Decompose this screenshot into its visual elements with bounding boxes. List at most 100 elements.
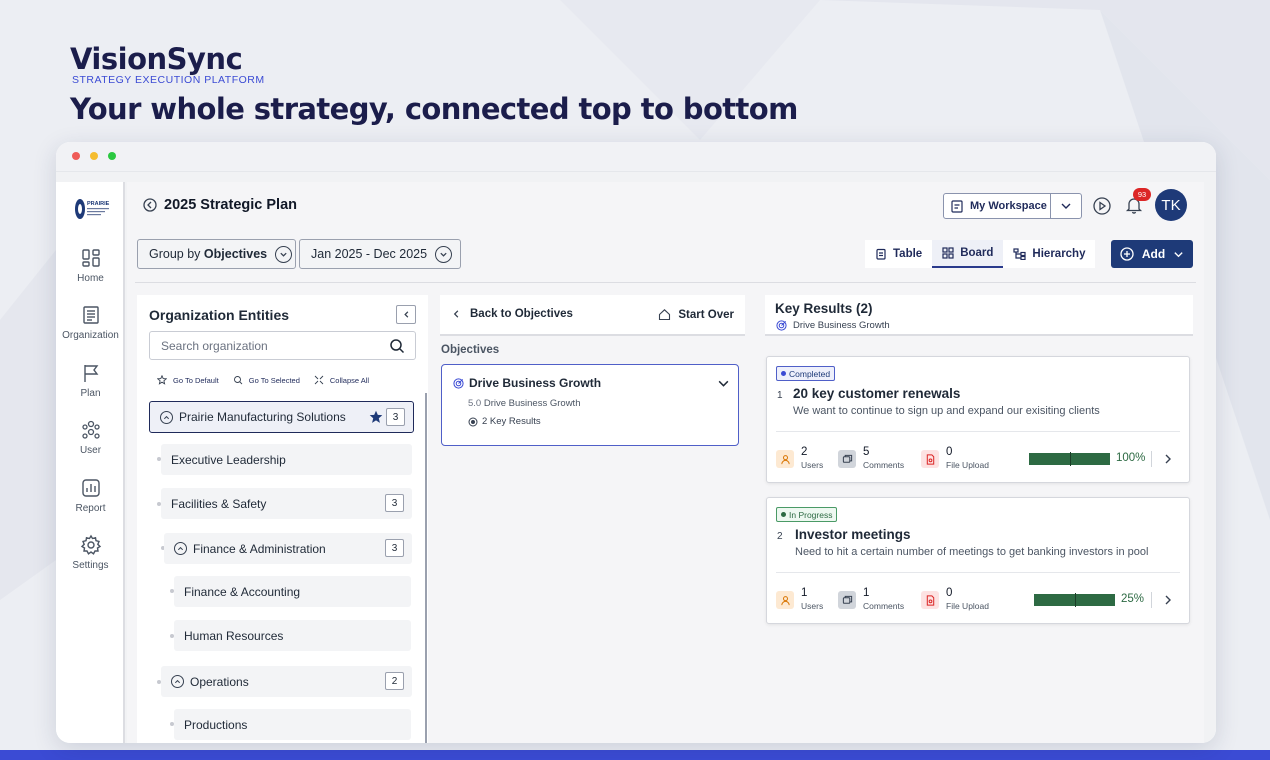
group-by-text: Group by Objectives [149,247,267,261]
entities-title: Organization Entities [149,307,290,323]
chevron-right-icon[interactable] [1163,453,1173,465]
add-button[interactable]: Add [1111,240,1193,268]
user-icon [776,591,794,609]
status-dot [781,512,786,517]
maximize-dot[interactable] [108,152,116,160]
collapse-node-icon[interactable] [160,410,173,424]
tree-item[interactable]: Finance & Administration 3 [164,533,412,564]
objective-card[interactable]: Drive Business Growth 5.0 Drive Business… [441,364,739,446]
collapse-node-icon[interactable] [174,542,187,555]
tree-item-label: Finance & Accounting [184,584,301,599]
comments-label: Comments [863,460,905,470]
organization-icon [82,306,99,324]
status-dot [781,371,786,376]
start-over-button[interactable]: Start Over [658,308,734,321]
sidebar-item-plan[interactable]: Plan [56,362,125,399]
comments-stat[interactable]: 1 Comments [838,587,904,611]
entity-count: 3 [385,494,404,512]
workspace-label[interactable]: My Workspace [944,194,1051,218]
sidebar-item-report[interactable]: Report [56,477,125,514]
app-window: PRAIRIE Home Organization Plan User Repo… [56,142,1216,743]
file-upload-stat[interactable]: 0 File Upload [921,587,989,611]
progress-bar [1034,593,1115,607]
entity-count: 2 [385,672,404,690]
collapse-icon [314,375,324,385]
search-input[interactable]: Search organization [149,331,416,360]
collapse-node-icon[interactable] [171,675,184,688]
tree-item[interactable]: Operations 2 [161,666,412,697]
workspace-dropdown[interactable] [1051,200,1081,212]
scrollbar[interactable] [425,393,427,743]
objective-subtitle: 5.0 Drive Business Growth [468,398,580,409]
key-result-description: Need to hit a certain number of meetings… [795,546,1149,558]
progress-percent: 25% [1121,593,1145,605]
key-result-card[interactable]: Completed 1 20 key customer renewals We … [766,356,1190,483]
workspace-button[interactable]: My Workspace [943,193,1082,219]
tree-item[interactable]: Executive Leadership [161,444,412,475]
tree-item-root[interactable]: Prairie Manufacturing Solutions 3 [149,401,414,433]
star-outline-icon [157,375,167,385]
key-result-description: We want to continue to sign up and expan… [793,405,1100,417]
star-icon[interactable] [369,410,383,424]
date-range-select[interactable]: Jan 2025 - Dec 2025 [299,239,461,269]
chevron-down-icon [435,245,453,263]
tree-item[interactable]: Finance & Accounting [174,576,411,607]
key-result-title: Investor meetings [795,527,911,542]
close-dot[interactable] [72,152,80,160]
target-icon [776,320,787,331]
clipboard-icon [951,200,963,213]
avatar[interactable]: TK [1155,189,1187,221]
search-icon[interactable] [389,338,405,354]
back-circle-icon[interactable] [143,198,157,212]
users-stat[interactable]: 2 Users [776,446,823,470]
chevron-right-icon[interactable] [1163,594,1173,606]
comments-stat[interactable]: 5 Comments [838,446,904,470]
users-label: Users [801,601,824,611]
tree-item[interactable]: Productions [174,709,411,740]
group-by-select[interactable]: Group by Objectives [137,239,296,269]
minimize-dot[interactable] [90,152,98,160]
comments-count: 5 [863,446,870,458]
date-range-text: Jan 2025 - Dec 2025 [311,247,428,261]
board-icon [942,247,954,259]
action-label: Go To Default [173,375,219,385]
main-content: 2025 Strategic Plan My Workspace 93 TK G… [127,182,1204,743]
tree-item[interactable]: Facilities & Safety 3 [161,488,412,519]
objective-title-text: Drive Business Growth [469,376,602,390]
chevron-down-icon [1174,251,1183,257]
tree-item-label: Operations [190,674,249,689]
collapse-panel-button[interactable] [396,305,416,324]
sidebar-item-organization[interactable]: Organization [56,304,125,341]
key-result-card[interactable]: In Progress 2 Investor meetings Need to … [766,497,1190,624]
tab-label: Table [893,248,923,260]
home-icon [81,249,100,267]
play-icon[interactable] [1092,196,1112,216]
sidebar-item-user[interactable]: User [56,419,125,456]
tab-hierarchy[interactable]: Hierarchy [1003,240,1095,268]
sidebar-item-settings[interactable]: Settings [56,534,125,571]
tree-item-label: Prairie Manufacturing Solutions [179,410,346,424]
sidebar-item-home[interactable]: Home [56,247,125,284]
tree-item[interactable]: Human Resources [174,620,411,651]
start-over-label: Start Over [678,308,734,321]
users-stat[interactable]: 1 Users [776,587,823,611]
target-icon [453,377,464,389]
company-logo[interactable]: PRAIRIE [74,196,112,222]
tab-table[interactable]: Table [865,240,932,268]
back-to-objectives-button[interactable]: Back to Objectives [452,308,573,320]
go-to-selected-button[interactable]: Go To Selected [233,375,300,385]
report-icon [81,479,100,497]
collapse-all-button[interactable]: Collapse All [314,375,369,385]
chevron-down-icon[interactable] [717,377,730,390]
page-title-text: 2025 Strategic Plan [164,197,297,213]
key-result-number: 1 [777,390,783,401]
sidebar-item-label: Organization [62,330,119,341]
tab-board[interactable]: Board [932,240,1004,268]
file-upload-stat[interactable]: 0 File Upload [921,446,989,470]
go-to-default-button[interactable]: Go To Default [157,375,219,385]
objectives-section-label: Objectives [441,344,500,356]
hero: VisionSync STRATEGY EXECUTION PLATFORM Y… [70,42,798,126]
key-results-panel: Key Results (2) Drive Business Growth Co… [765,295,1193,743]
notification-badge: 93 [1133,188,1151,201]
action-label: Collapse All [329,375,370,385]
